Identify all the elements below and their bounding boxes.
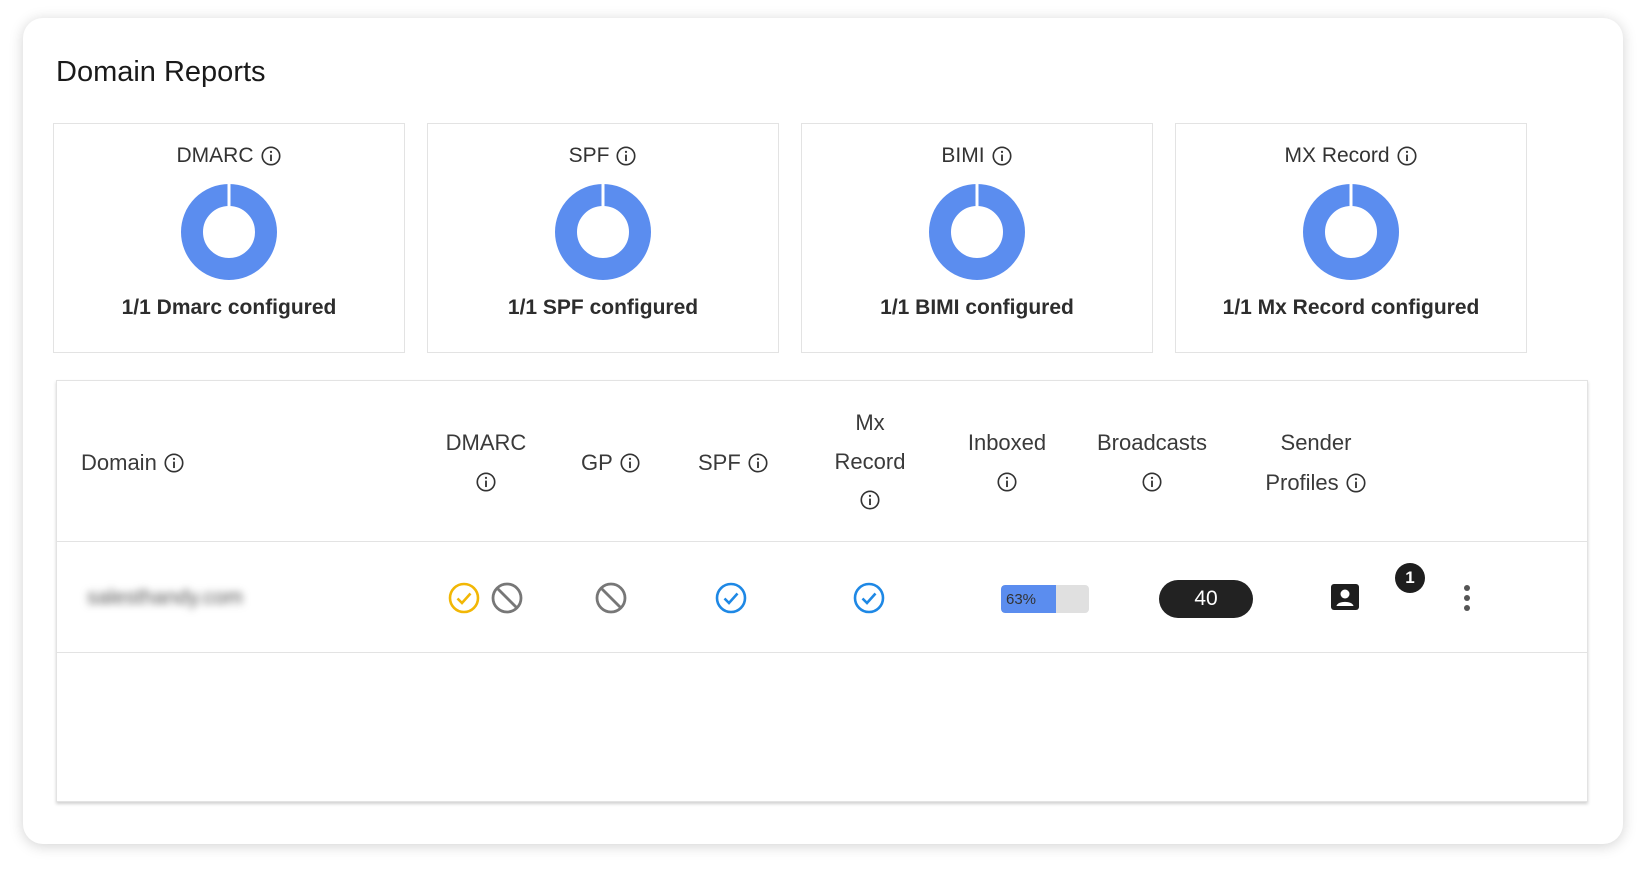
stat-card-dmarc: DMARC 1/1 Dmarc configured (53, 123, 405, 353)
blocked-icon (489, 580, 525, 616)
sender-profile-icon[interactable] (1327, 579, 1363, 615)
blocked-icon (593, 580, 629, 616)
header-label: SPF (698, 450, 741, 475)
more-options-icon[interactable] (1449, 580, 1485, 616)
stat-card-mx-record: MX Record 1/1 Mx Record configured (1175, 123, 1527, 353)
stat-card-bimi: BIMI 1/1 BIMI configured (801, 123, 1153, 353)
info-icon[interactable] (475, 471, 497, 493)
donut-chart (181, 184, 277, 280)
check-yellow-icon (446, 580, 482, 616)
header-mx-record[interactable]: Mx Record (825, 403, 915, 511)
header-label: DMARC (445, 430, 527, 455)
header-sender-profiles[interactable]: Sender Profiles (1251, 423, 1381, 503)
inboxed-percent-label: 63% (1006, 590, 1037, 608)
header-divider (57, 541, 1587, 542)
stat-summary: 1/1 Dmarc configured (121, 296, 337, 319)
header-label: Inboxed (967, 430, 1047, 455)
stat-summary: 1/1 BIMI configured (880, 296, 1074, 319)
domain-reports-card: Domain Reports DMARC 1/1 Dmarc configure… (23, 18, 1623, 844)
info-icon[interactable] (991, 145, 1013, 167)
info-icon[interactable] (260, 145, 282, 167)
header-gp[interactable]: GP (581, 443, 641, 483)
info-icon[interactable] (1345, 472, 1367, 494)
header-broadcasts[interactable]: Broadcasts (1087, 423, 1217, 493)
stat-label: SPF (568, 144, 610, 167)
header-domain[interactable]: Domain (81, 443, 185, 483)
inboxed-progress-bar: 63% (1001, 585, 1089, 613)
header-label: Broadcasts (1096, 430, 1208, 455)
info-icon[interactable] (1396, 145, 1418, 167)
stat-card-spf: SPF 1/1 SPF configured (427, 123, 779, 353)
info-icon[interactable] (1141, 471, 1163, 493)
stat-label: MX Record (1284, 144, 1390, 167)
check-blue-icon (713, 580, 749, 616)
stat-label: DMARC (176, 144, 254, 167)
stat-summary: 1/1 Mx Record configured (1222, 296, 1480, 319)
domain-name[interactable]: salesthandy.com (87, 586, 243, 610)
donut-chart (929, 184, 1025, 280)
info-icon[interactable] (747, 452, 769, 474)
header-label: Domain (81, 450, 157, 475)
stat-label: BIMI (941, 144, 985, 167)
header-label: Sender (1280, 430, 1352, 455)
page-title: Domain Reports (56, 56, 266, 88)
broadcasts-count-pill[interactable]: 40 (1159, 580, 1253, 618)
header-label: GP (581, 450, 613, 475)
row-divider (57, 652, 1587, 653)
info-icon[interactable] (163, 452, 185, 474)
donut-chart (555, 184, 651, 280)
donut-chart (1303, 184, 1399, 280)
check-blue-icon (851, 580, 887, 616)
sender-profiles-count-badge: 1 (1395, 563, 1425, 593)
info-icon[interactable] (619, 452, 641, 474)
info-icon[interactable] (615, 145, 637, 167)
info-icon[interactable] (996, 471, 1018, 493)
info-icon[interactable] (859, 489, 881, 511)
header-inboxed[interactable]: Inboxed (957, 423, 1057, 493)
stat-summary: 1/1 SPF configured (507, 296, 699, 319)
header-label: Record (834, 449, 906, 474)
header-dmarc[interactable]: DMARC (441, 423, 531, 493)
inboxed-progress-fill: 63% (1001, 585, 1057, 613)
domain-table: Domain DMARC GP SPF Mx Record Inboxed Br… (56, 380, 1588, 802)
header-label: Mx (855, 410, 885, 435)
header-label: Profiles (1265, 470, 1339, 495)
header-spf[interactable]: SPF (698, 443, 769, 483)
